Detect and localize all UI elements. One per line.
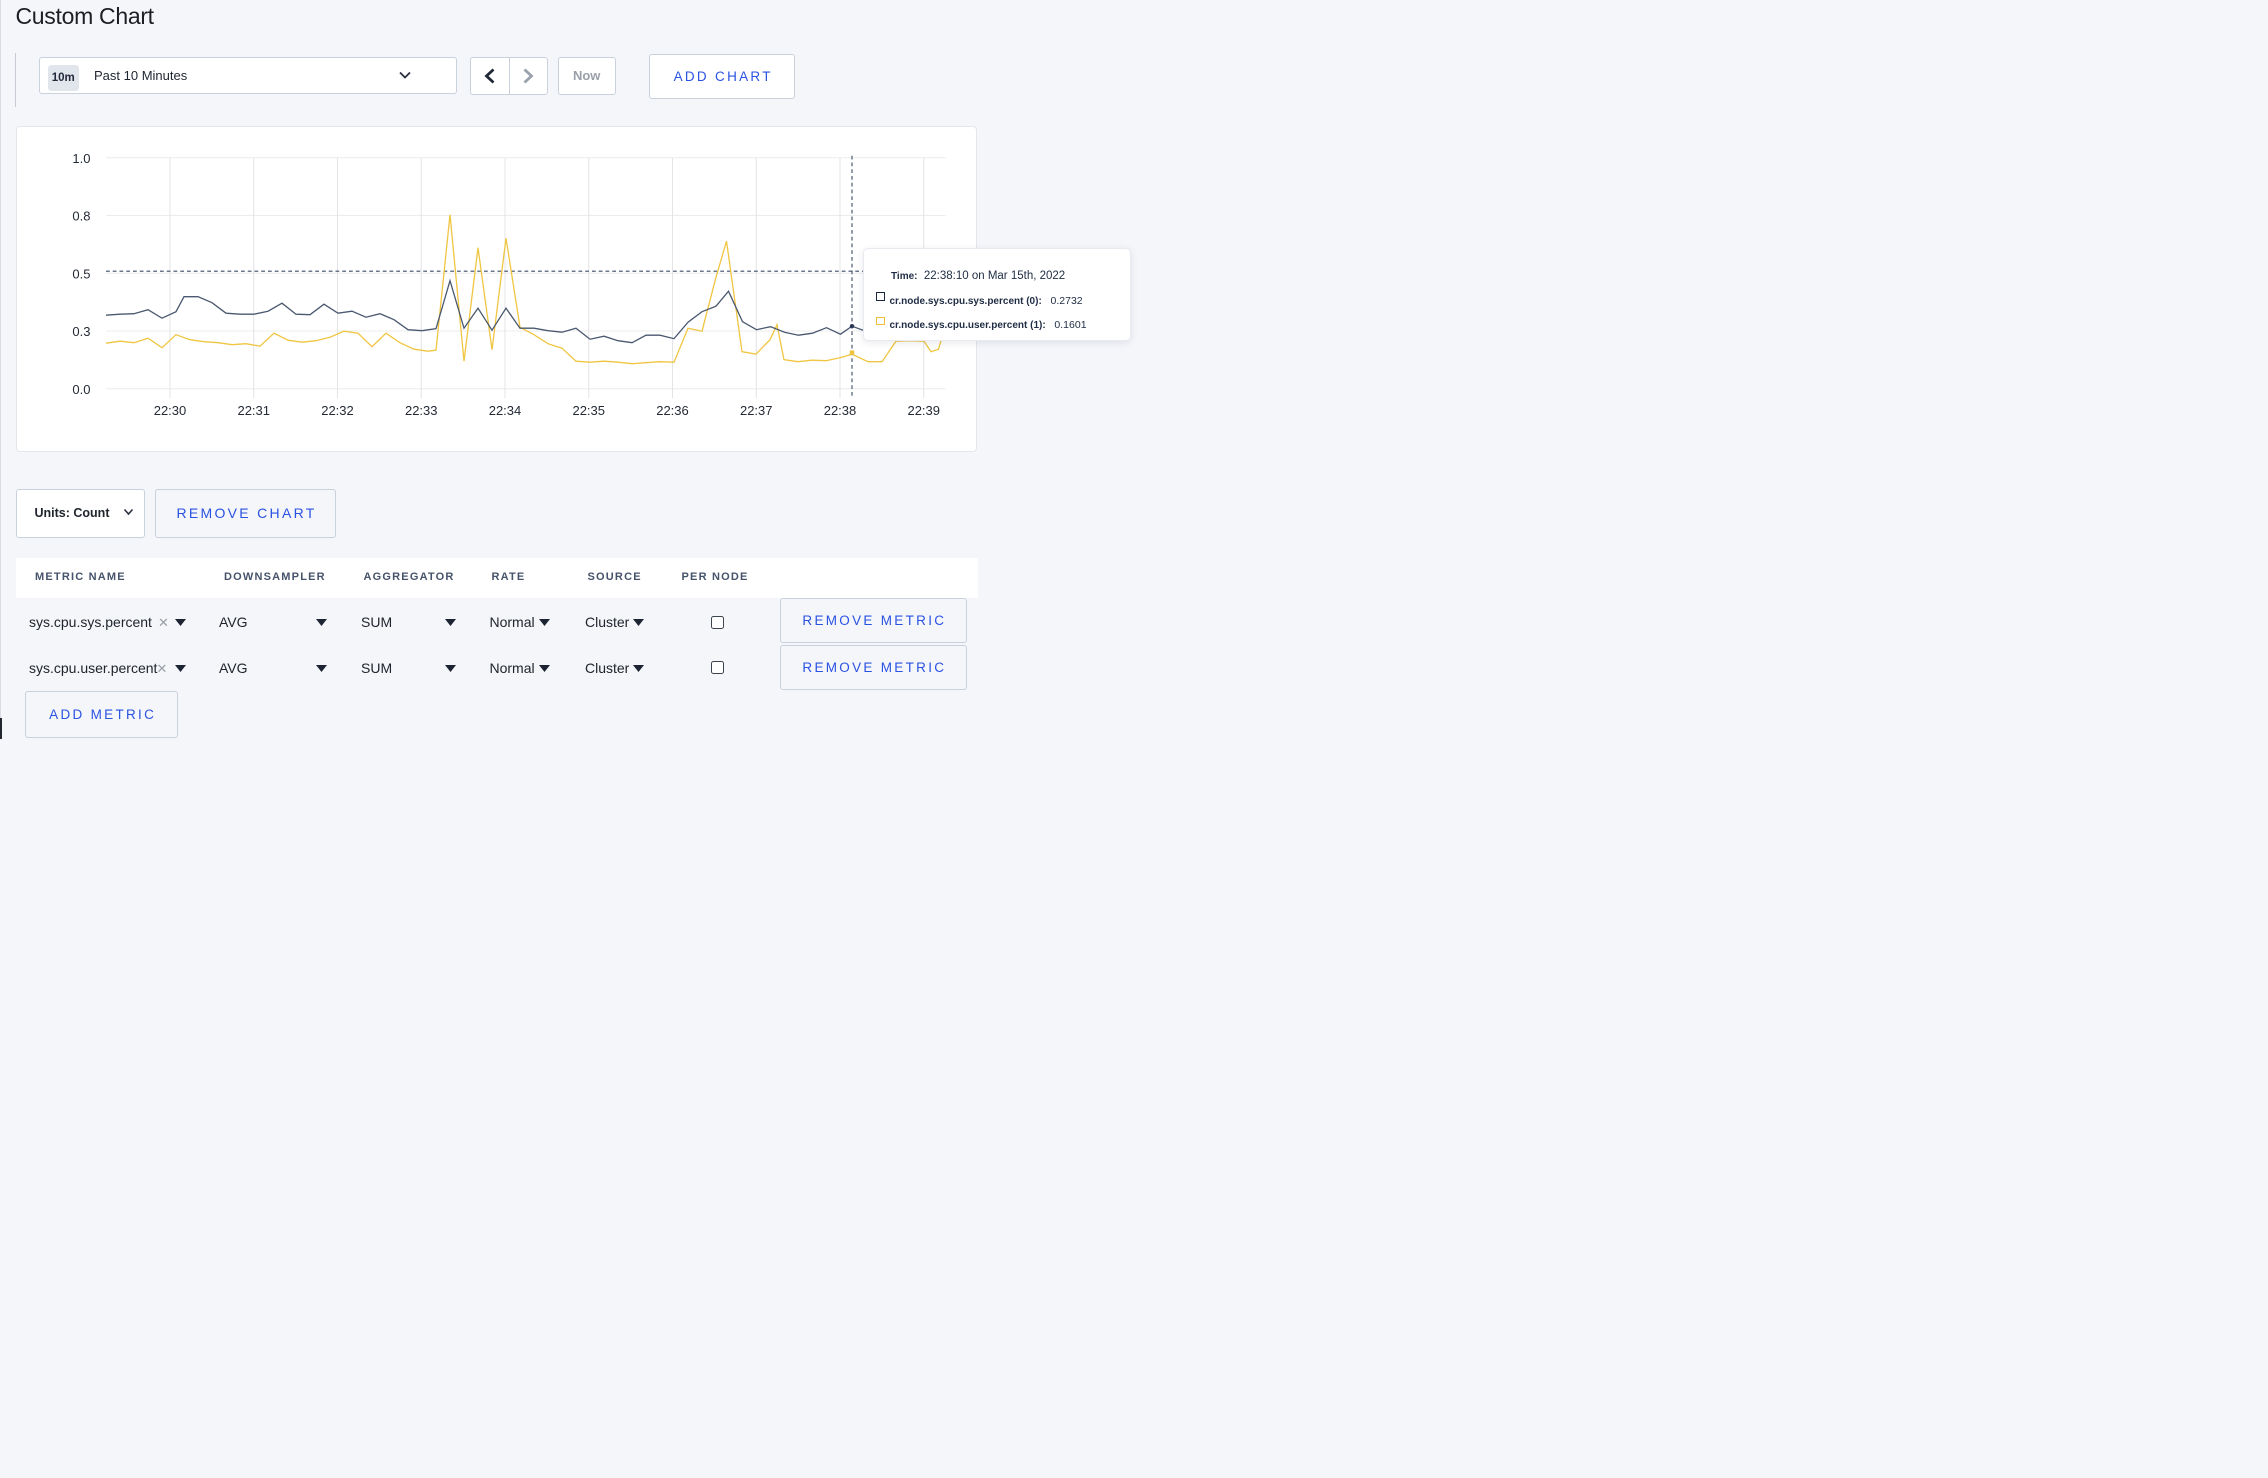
svg-text:22:35: 22:35 bbox=[572, 403, 605, 418]
svg-text:22:32: 22:32 bbox=[321, 403, 354, 418]
svg-text:0.8: 0.8 bbox=[72, 209, 90, 224]
svg-text:0.3: 0.3 bbox=[72, 324, 90, 339]
svg-text:22:31: 22:31 bbox=[237, 403, 270, 418]
svg-text:22:37: 22:37 bbox=[739, 403, 772, 418]
svg-text:22:39: 22:39 bbox=[907, 403, 940, 418]
svg-text:1.0: 1.0 bbox=[72, 151, 90, 166]
svg-text:22:38: 22:38 bbox=[823, 403, 856, 418]
svg-text:22:36: 22:36 bbox=[656, 403, 689, 418]
svg-text:22:30: 22:30 bbox=[153, 403, 186, 418]
svg-text:0.5: 0.5 bbox=[72, 267, 90, 282]
svg-text:22:33: 22:33 bbox=[404, 403, 437, 418]
svg-text:22:34: 22:34 bbox=[488, 403, 521, 418]
svg-text:0.0: 0.0 bbox=[72, 382, 90, 397]
